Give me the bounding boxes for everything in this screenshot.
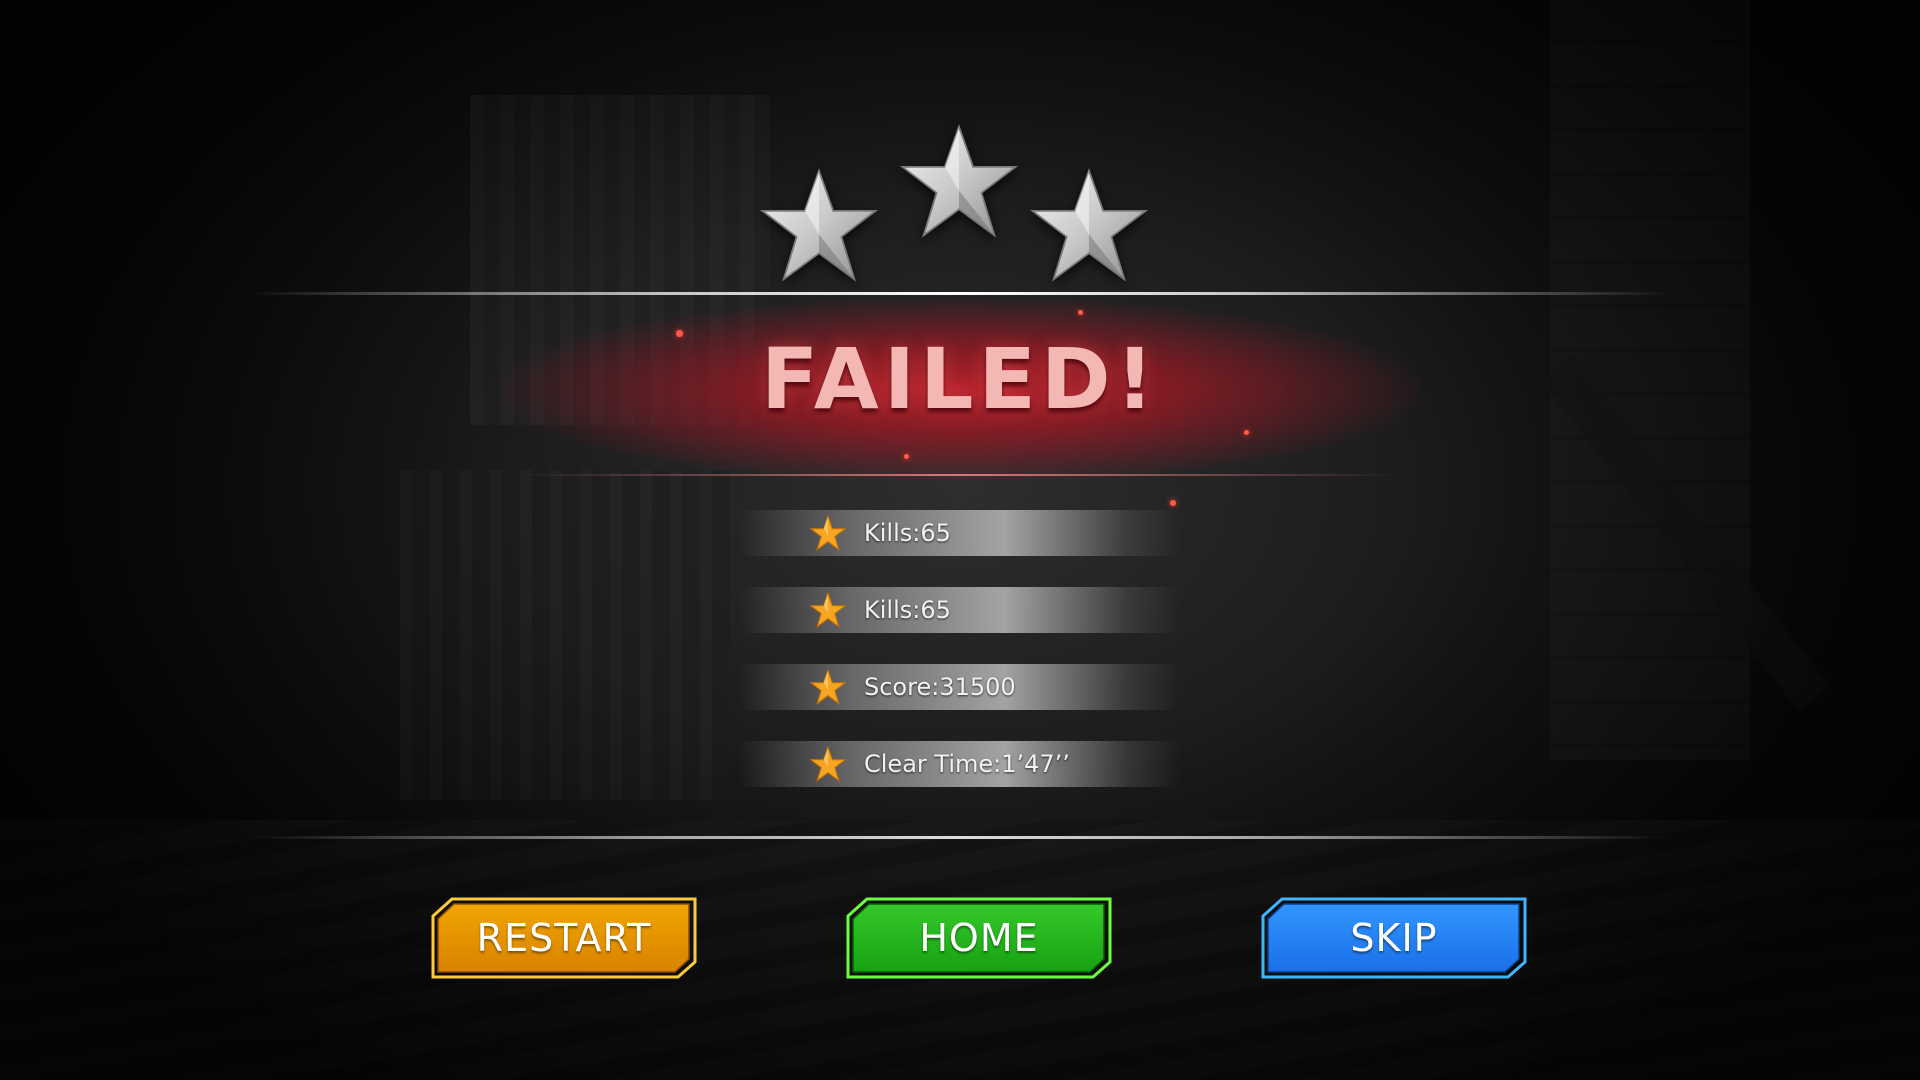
spark-particle	[1244, 430, 1249, 435]
stats-list: Kills:65 Kills:65 Score:31500 Clear Time…	[740, 510, 1180, 787]
spark-particle	[1170, 500, 1176, 506]
stat-score: Score:31500	[864, 673, 1016, 701]
restart-button[interactable]: RESTART	[430, 896, 698, 980]
spark-particle	[904, 454, 909, 459]
star-icon	[810, 746, 846, 782]
stat-clear-time: Clear Time:1’47’’	[864, 750, 1070, 778]
skip-button[interactable]: SKIP	[1260, 896, 1528, 980]
stat-row: Kills:65	[740, 587, 1180, 633]
restart-button-label: RESTART	[476, 916, 652, 960]
star-icon	[810, 515, 846, 551]
home-button-label: HOME	[919, 916, 1039, 960]
stat-kills: Kills:65	[864, 519, 951, 547]
stat-row: Kills:65	[740, 510, 1180, 556]
banner-divider	[520, 474, 1400, 476]
rating-star-icon	[1030, 168, 1148, 282]
stat-kills: Kills:65	[864, 596, 951, 624]
home-button[interactable]: HOME	[845, 896, 1113, 980]
result-title: FAILED!	[761, 330, 1159, 428]
spark-particle	[1078, 310, 1083, 315]
skip-button-label: SKIP	[1350, 916, 1438, 960]
top-divider	[250, 292, 1670, 295]
star-icon	[810, 669, 846, 705]
rating-star-icon	[760, 168, 878, 282]
rating-stars	[760, 120, 1160, 290]
stat-row: Clear Time:1’47’’	[740, 741, 1180, 787]
rating-star-icon	[900, 124, 1018, 238]
star-icon	[810, 592, 846, 628]
stat-row: Score:31500	[740, 664, 1180, 710]
bottom-divider	[250, 836, 1670, 839]
